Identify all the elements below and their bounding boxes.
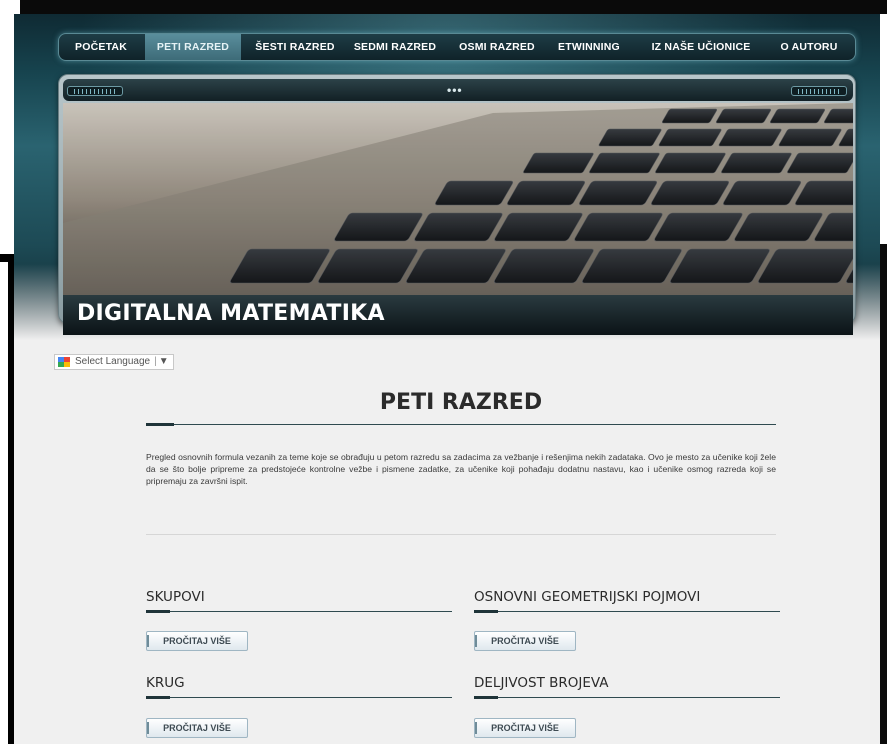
- topic-rule: [474, 696, 780, 699]
- nav-item-sedmi-razred[interactable]: SEDMI RAZRED: [347, 34, 443, 60]
- topic-title: DELJIVOST BROJEVA: [474, 675, 609, 691]
- topic-title: KRUG: [146, 675, 185, 691]
- topic-card-deljivost-brojeva: DELJIVOST BROJEVA: [474, 675, 780, 699]
- title-rule: [146, 424, 776, 425]
- read-more-button-deljivost-brojeva[interactable]: PROČITAJ VIŠE: [474, 718, 576, 738]
- keyboard-banner-image: [63, 103, 853, 295]
- topic-card-krug: KRUG: [146, 675, 452, 699]
- site-title: DIGITALNA MATEMATIKA: [77, 301, 385, 326]
- topic-title: OSNOVNI GEOMETRIJSKI POJMOVI: [474, 589, 701, 605]
- google-translate-icon: [58, 357, 70, 367]
- language-label: Select Language: [75, 356, 151, 367]
- frame-right-border: [880, 244, 887, 744]
- nav-item-etwinning[interactable]: ETWINNING: [549, 34, 629, 60]
- topic-rule: [146, 696, 452, 699]
- dots-icon: •••: [447, 83, 463, 97]
- title-rule-accent: [146, 423, 174, 426]
- equalizer-right-icon: [791, 86, 847, 96]
- topic-rule: [474, 610, 780, 613]
- section-divider: [146, 534, 776, 535]
- language-selector[interactable]: Select Language | ▼: [54, 354, 174, 370]
- frame-top-border: [20, 0, 887, 14]
- website: POČETAK PETI RAZRED ŠESTI RAZRED SEDMI R…: [14, 14, 880, 744]
- main-navigation: POČETAK PETI RAZRED ŠESTI RAZRED SEDMI R…: [58, 33, 856, 61]
- nav-item-o-autoru[interactable]: O AUTORU: [771, 34, 847, 60]
- read-more-button-skupovi[interactable]: PROČITAJ VIŠE: [146, 631, 248, 651]
- banner: ••• DIGITALNA MATEMATIKA: [58, 74, 856, 335]
- read-more-button-krug[interactable]: PROČITAJ VIŠE: [146, 718, 248, 738]
- page-title: PETI RAZRED: [379, 390, 543, 415]
- banner-title-bar: DIGITALNA MATEMATIKA: [63, 295, 853, 335]
- nav-item-sesti-razred[interactable]: ŠESTI RAZRED: [249, 34, 341, 60]
- topic-card-skupovi: SKUPOVI: [146, 589, 452, 613]
- read-more-button-osnovni-geometrijski-pojmovi[interactable]: PROČITAJ VIŠE: [474, 631, 576, 651]
- intro-text: Pregled osnovnih formula vezanih za teme…: [146, 452, 776, 486]
- dropdown-arrow-icon: ▼: [158, 356, 169, 367]
- nav-item-osmi-razred[interactable]: OSMI RAZRED: [451, 34, 543, 60]
- nav-item-pocetak[interactable]: POČETAK: [69, 34, 133, 60]
- topic-title: SKUPOVI: [146, 589, 205, 605]
- equalizer-left-icon: [67, 86, 123, 96]
- topic-card-osnovni-geometrijski-pojmovi: OSNOVNI GEOMETRIJSKI POJMOVI: [474, 589, 780, 613]
- banner-control-bar: •••: [63, 79, 853, 101]
- nav-item-iz-nase-ucionice[interactable]: IZ NAŠE UČIONICE: [639, 34, 763, 60]
- nav-item-peti-razred[interactable]: PETI RAZRED: [145, 34, 241, 60]
- topic-rule: [146, 610, 452, 613]
